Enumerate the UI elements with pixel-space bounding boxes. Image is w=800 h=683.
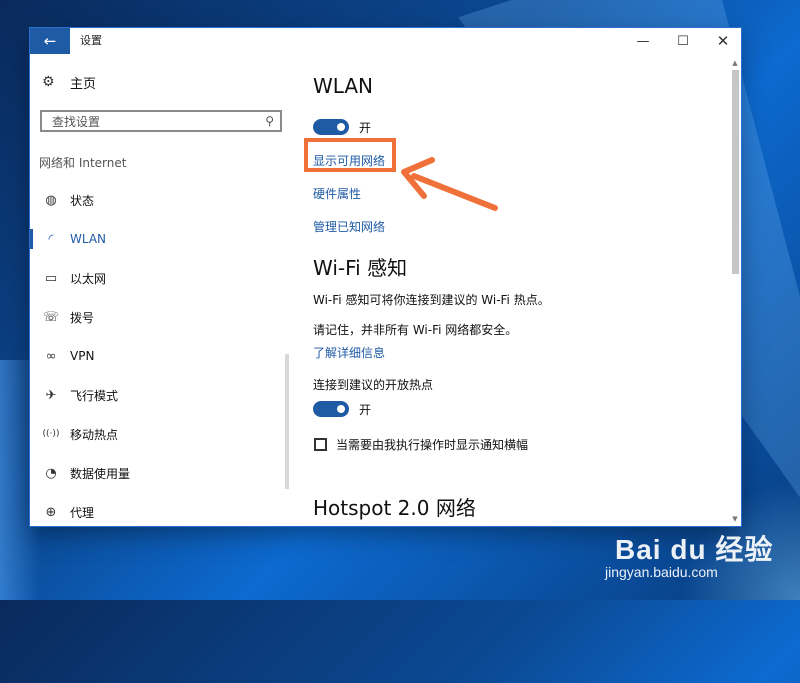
dialup-icon: ☏ xyxy=(42,309,60,325)
show-available-networks-link[interactable]: 显示可用网络 xyxy=(313,152,385,169)
home-label: 主页 xyxy=(70,76,97,92)
wlan-toggle[interactable] xyxy=(313,119,349,135)
sidebar-item-label: 以太网 xyxy=(70,271,107,286)
scroll-thumb[interactable] xyxy=(732,70,739,274)
search-icon[interactable]: ⚲ xyxy=(265,114,274,128)
hardware-properties-link[interactable]: 硬件属性 xyxy=(313,185,361,202)
sidebar-item-vpn[interactable]: ∞ VPN xyxy=(30,340,292,372)
sidebar-item-wlan[interactable]: ◜ WLAN xyxy=(30,223,292,255)
wifi-sense-note: 请记住，并非所有 Wi-Fi 网络都安全。 xyxy=(313,323,518,337)
search-input[interactable] xyxy=(50,113,254,131)
title-bar: ← 设置 — ☐ ✕ xyxy=(30,28,741,54)
wifi-sense-description: Wi-Fi 感知可将你连接到建议的 Wi-Fi 热点。 xyxy=(313,293,550,307)
sidebar-item-label: 状态 xyxy=(70,193,95,208)
sidebar-item-proxy[interactable]: ⊕ 代理 xyxy=(30,496,292,526)
sidebar-item-data-usage[interactable]: ◔ 数据使用量 xyxy=(30,457,292,489)
settings-window: ← 设置 — ☐ ✕ ⚙ 主页 ⚲ 网络和 Internet ◍ 状态 xyxy=(30,28,741,526)
open-hotspot-toggle-label: 开 xyxy=(359,402,372,417)
learn-more-link[interactable]: 了解详细信息 xyxy=(313,344,385,361)
wifi-sense-heading: Wi-Fi 感知 xyxy=(313,256,408,280)
close-icon: ✕ xyxy=(716,32,730,50)
search-box[interactable]: ⚲ xyxy=(40,110,282,132)
sidebar-item-label: 飞行模式 xyxy=(70,388,119,403)
active-indicator xyxy=(30,229,33,249)
sidebar-item-label: 移动热点 xyxy=(70,427,119,442)
hotspot-heading: Hotspot 2.0 网络 xyxy=(313,496,476,520)
gear-icon: ⚙ xyxy=(42,74,55,90)
back-arrow-icon: ← xyxy=(43,32,57,50)
sidebar-item-label: 代理 xyxy=(70,505,95,520)
toggle-knob xyxy=(337,405,345,413)
airplane-icon: ✈ xyxy=(45,387,57,403)
baidu-jingyan-watermark: Bai du 经验 jingyan.baidu.com xyxy=(605,520,795,600)
back-button[interactable]: ← xyxy=(30,28,70,54)
open-hotspot-label: 连接到建议的开放热点 xyxy=(313,378,434,392)
wlan-heading: WLAN xyxy=(313,74,374,98)
minimize-icon: — xyxy=(636,33,650,49)
sidebar-item-airplane-mode[interactable]: ✈ 飞行模式 xyxy=(30,379,292,411)
notify-checkbox-row[interactable]: 当需要由我执行操作时显示通知横幅 xyxy=(314,436,528,453)
globe-icon: ◍ xyxy=(45,192,57,208)
open-hotspot-toggle-row: 开 xyxy=(313,400,371,418)
minimize-button[interactable]: — xyxy=(625,28,661,54)
main-scrollbar[interactable]: ▲ ▼ xyxy=(730,54,740,523)
main-content: WLAN 开 显示可用网络 硬件属性 管理已知网络 Wi-Fi 感知 Wi-Fi… xyxy=(292,54,741,526)
wlan-toggle-label: 开 xyxy=(359,120,372,135)
manage-known-networks-link[interactable]: 管理已知网络 xyxy=(313,218,385,235)
vpn-icon: ∞ xyxy=(45,348,57,364)
notify-checkbox-label: 当需要由我执行操作时显示通知横幅 xyxy=(336,438,529,452)
sidebar-item-label: WLAN xyxy=(70,232,107,246)
scroll-up-icon[interactable]: ▲ xyxy=(730,58,740,68)
watermark-url: jingyan.baidu.com xyxy=(605,564,718,580)
section-label: 网络和 Internet xyxy=(39,156,127,170)
window-title: 设置 xyxy=(80,34,102,47)
pie-chart-icon: ◔ xyxy=(45,465,57,481)
sidebar-item-mobile-hotspot[interactable]: ((·)) 移动热点 xyxy=(30,418,292,450)
sidebar-item-dialup[interactable]: ☏ 拨号 xyxy=(30,301,292,333)
close-button[interactable]: ✕ xyxy=(705,28,741,54)
sidebar-item-label: VPN xyxy=(70,349,95,363)
sidebar-scrollbar[interactable] xyxy=(285,354,289,489)
proxy-globe-icon: ⊕ xyxy=(45,504,57,520)
watermark-logo: Bai du 经验 xyxy=(615,534,774,565)
sidebar-item-ethernet[interactable]: ▭ 以太网 xyxy=(30,262,292,294)
sidebar: ⚙ 主页 ⚲ 网络和 Internet ◍ 状态 ◜ WLAN ▭ 以太网 ☏ xyxy=(30,54,292,526)
maximize-button[interactable]: ☐ xyxy=(665,28,701,54)
sidebar-item-label: 数据使用量 xyxy=(70,466,131,481)
hotspot-icon: ((·)) xyxy=(42,429,60,439)
sidebar-item-status[interactable]: ◍ 状态 xyxy=(30,184,292,216)
open-hotspot-toggle[interactable] xyxy=(313,401,349,417)
home-nav-item[interactable]: ⚙ 主页 xyxy=(42,72,96,92)
toggle-knob xyxy=(337,123,345,131)
wifi-icon: ◜ xyxy=(48,231,54,247)
ethernet-icon: ▭ xyxy=(44,270,58,286)
notify-checkbox[interactable] xyxy=(314,438,327,451)
maximize-icon: ☐ xyxy=(677,33,689,49)
wlan-toggle-row: 开 xyxy=(313,118,371,136)
sidebar-item-label: 拨号 xyxy=(70,310,95,325)
